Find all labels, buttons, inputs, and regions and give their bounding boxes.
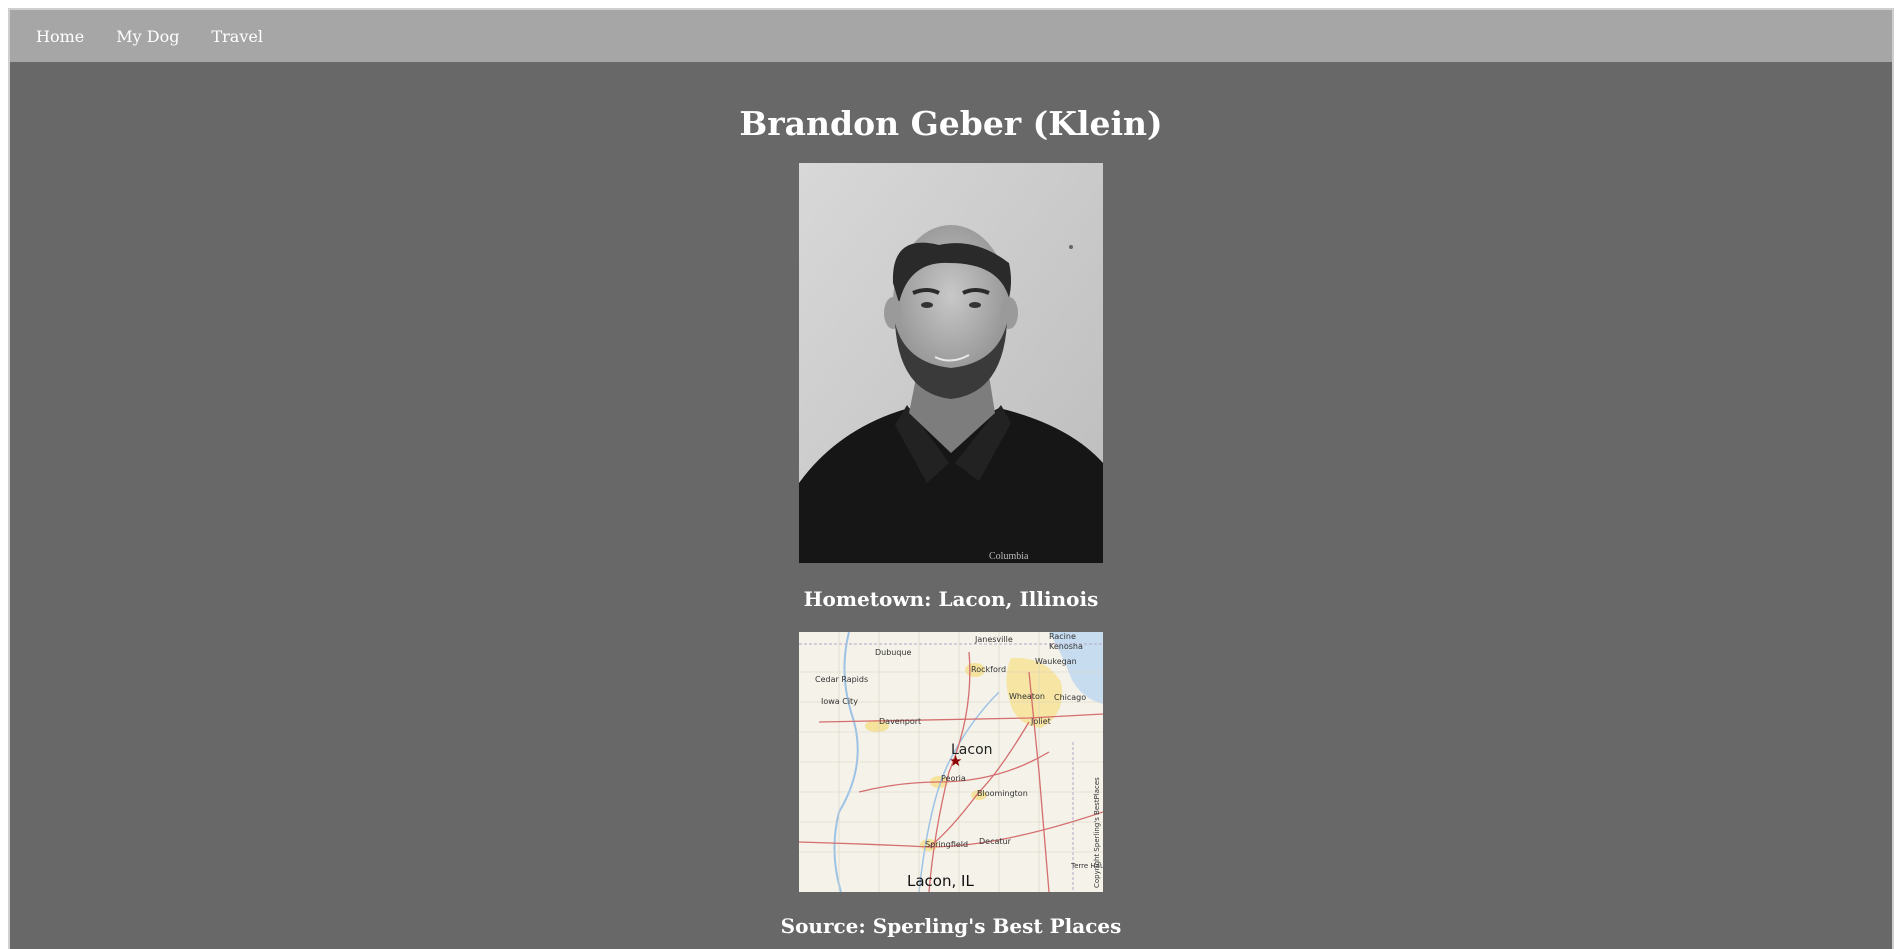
hometown-heading: Hometown: Lacon, Illinois (803, 587, 1099, 611)
map-title: Lacon, IL (907, 872, 974, 890)
main-content: Brandon Geber (Klein) Columbia Hometown:… (10, 62, 1892, 939)
page-frame: Home My Dog Travel Brandon Geber (Klein) (8, 8, 1894, 949)
nav-link-travel[interactable]: Travel (195, 27, 278, 46)
map-city-decatur: Decatur (979, 837, 1012, 846)
map-city-cedar-rapids: Cedar Rapids (815, 675, 868, 684)
hometown-map: Janesville Racine Kenosha Dubuque Rockfo… (799, 632, 1103, 892)
page-title: Brandon Geber (Klein) (739, 104, 1163, 143)
map-city-davenport: Davenport (879, 717, 921, 726)
map-copyright: Copyright Sperling's BestPlaces (1093, 777, 1101, 888)
source-heading: Source: Sperling's Best Places (780, 914, 1122, 938)
map-city-waukegan: Waukegan (1035, 657, 1077, 666)
top-navbar: Home My Dog Travel (10, 10, 1892, 62)
map-city-rockford: Rockford (971, 665, 1006, 674)
map-city-joliet: Joliet (1030, 717, 1051, 726)
columbia-logo-text: Columbia (989, 551, 1029, 562)
profile-photo: Columbia (799, 163, 1103, 563)
nav-link-home[interactable]: Home (20, 27, 100, 46)
map-city-dubuque: Dubuque (875, 648, 912, 657)
nav-link-my-dog[interactable]: My Dog (100, 27, 195, 46)
map-center-label: Lacon (951, 742, 993, 758)
map-city-chicago: Chicago (1054, 693, 1086, 702)
map-city-racine: Racine (1049, 632, 1076, 641)
map-city-janesville: Janesville (974, 635, 1013, 644)
map-city-bloomington: Bloomington (977, 789, 1028, 798)
map-city-springfield: Springfield (925, 840, 968, 849)
map-city-wheaton: Wheaton (1009, 692, 1045, 701)
map-city-iowa-city: Iowa City (821, 697, 858, 706)
map-city-kenosha: Kenosha (1049, 642, 1083, 651)
map-city-peoria: Peoria (941, 774, 966, 783)
